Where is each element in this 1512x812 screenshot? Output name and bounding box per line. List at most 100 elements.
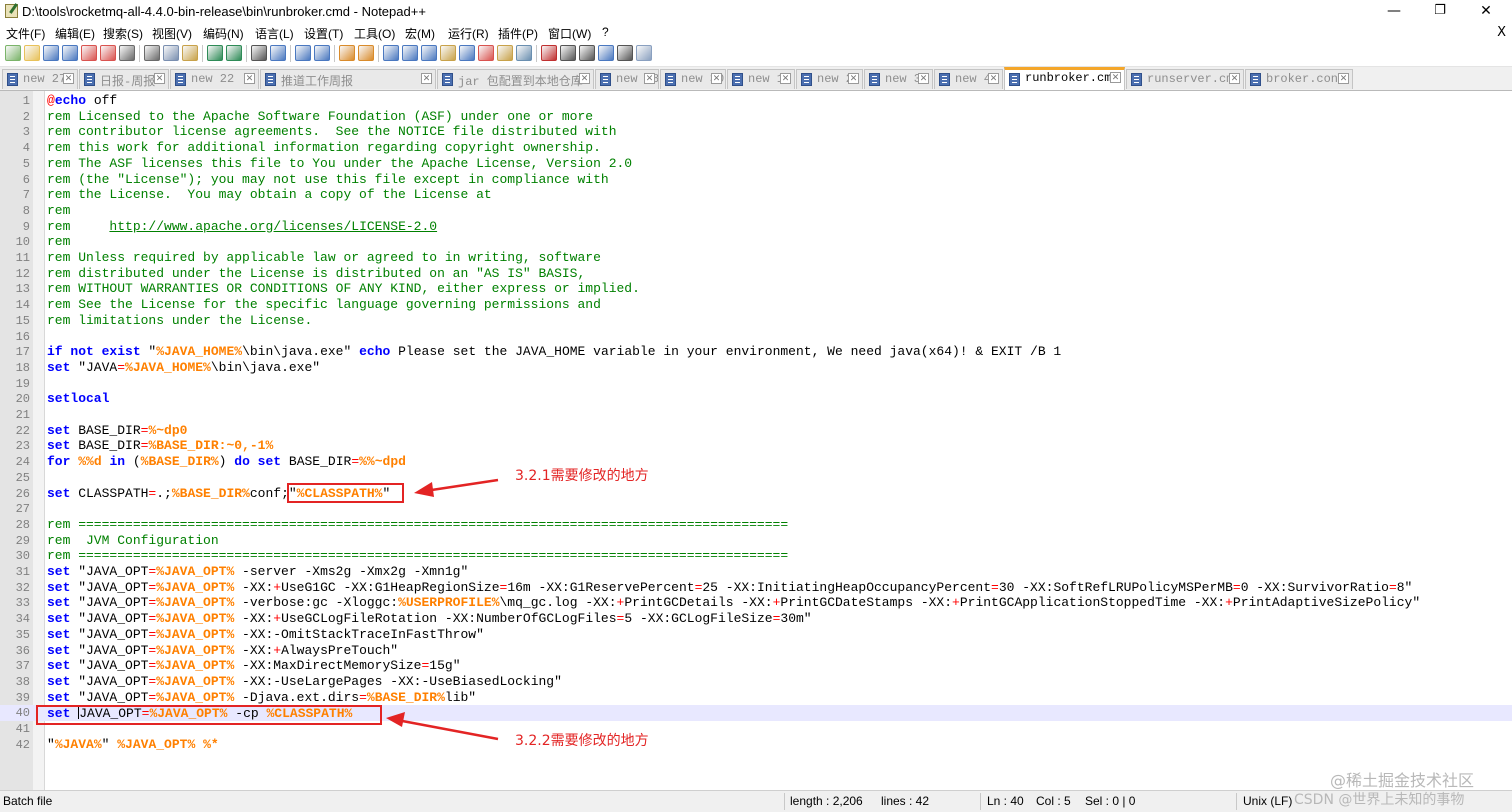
tab-close-icon[interactable]: ✕	[244, 73, 255, 84]
notepad-plus-plus-icon	[5, 4, 18, 18]
menu-edit[interactable]: 编辑(E)	[55, 25, 95, 42]
tab-close-icon[interactable]: ✕	[918, 73, 929, 84]
record-macro-icon[interactable]	[541, 45, 557, 61]
tab-close-icon[interactable]: ✕	[848, 73, 859, 84]
new-file-icon[interactable]	[5, 45, 21, 61]
tab-new-3[interactable]: new 3 ✕	[864, 69, 933, 89]
watermark-csdn: CSDN @世界上未知的事物	[1294, 792, 1465, 808]
zoom-in-icon[interactable]	[295, 45, 311, 61]
status-bar: Batch file length : 2,206 lines : 42 Ln …	[0, 790, 1512, 812]
save-all-icon[interactable]	[62, 45, 78, 61]
tab-new-2[interactable]: new 2 ✕	[796, 69, 863, 89]
zoom-out-icon[interactable]	[314, 45, 330, 61]
user-defined-language-icon[interactable]	[440, 45, 456, 61]
status-lines: lines : 42	[881, 794, 930, 808]
close-document-x-icon[interactable]: X	[1497, 25, 1506, 40]
menu-window[interactable]: 窗口(W)	[548, 25, 591, 42]
menu-settings[interactable]: 设置(T)	[304, 25, 343, 42]
tab-close-icon[interactable]: ✕	[644, 73, 655, 84]
menu-run[interactable]: 运行(R)	[448, 25, 489, 42]
document-map-icon[interactable]	[459, 45, 475, 61]
menu-macro[interactable]: 宏(M)	[405, 25, 435, 42]
file-saved-icon	[1009, 73, 1020, 86]
undo-icon[interactable]	[207, 45, 223, 61]
replace-icon[interactable]	[270, 45, 286, 61]
sync-horizontal-icon[interactable]	[358, 45, 374, 61]
close-button[interactable]: ✕	[1463, 0, 1509, 24]
tab-broker-conf[interactable]: broker.conf ✕	[1245, 69, 1353, 89]
menu-encoding[interactable]: 编码(N)	[203, 25, 244, 42]
tab-new-22[interactable]: new 22 ✕	[170, 69, 259, 89]
menu-language[interactable]: 语言(L)	[255, 25, 294, 42]
annotation-arrow-2-shaft	[396, 718, 499, 741]
tab-runbroker-cmd[interactable]: runbroker.cmd ✕	[1004, 67, 1125, 90]
tab-label: new 3	[885, 72, 922, 86]
function-list-icon[interactable]	[478, 45, 494, 61]
title-bar: D:\tools\rocketmq-all-4.4.0-bin-release\…	[0, 0, 1512, 24]
redo-icon[interactable]	[226, 45, 242, 61]
tab-close-icon[interactable]: ✕	[579, 73, 590, 84]
toolbar-separator	[378, 45, 379, 62]
paste-icon[interactable]	[182, 45, 198, 61]
tab-[interactable]: 推道工作周报 ✕	[260, 69, 436, 89]
watermark-juejin: @稀土掘金技术社区	[1330, 771, 1475, 790]
tab-close-icon[interactable]: ✕	[63, 73, 74, 84]
tab-close-icon[interactable]: ✕	[988, 73, 999, 84]
run-macro-multiple-icon[interactable]	[598, 45, 614, 61]
play-macro-icon[interactable]	[579, 45, 595, 61]
show-all-chars-icon[interactable]	[402, 45, 418, 61]
tab-close-icon[interactable]: ✕	[154, 73, 165, 84]
maximize-button[interactable]: ❐	[1417, 0, 1463, 24]
indent-guide-icon[interactable]	[421, 45, 437, 61]
cut-icon[interactable]	[144, 45, 160, 61]
status-file-type: Batch file	[3, 794, 53, 808]
find-icon[interactable]	[251, 45, 267, 61]
editor[interactable]: 1 @echo off 2 rem Licensed to the Apache So…	[0, 91, 1512, 790]
file-saved-icon	[84, 73, 95, 86]
tab-label: runbroker.cmd	[1025, 71, 1119, 85]
tab-new-4[interactable]: new 4 ✕	[934, 69, 1003, 89]
toolbar-separator	[334, 45, 335, 62]
copy-icon[interactable]	[163, 45, 179, 61]
tab-new-27[interactable]: new 27 ✕	[2, 69, 78, 89]
monitoring-icon[interactable]	[516, 45, 532, 61]
save-macro-icon[interactable]	[617, 45, 633, 61]
tab-label: 推道工作周报	[281, 75, 354, 89]
stop-recording-icon[interactable]	[560, 45, 576, 61]
trim-icon[interactable]	[636, 45, 652, 61]
tab-close-icon[interactable]: ✕	[1110, 72, 1121, 83]
tab-close-icon[interactable]: ✕	[780, 73, 791, 84]
menu-view[interactable]: 视图(V)	[152, 25, 192, 42]
menu-search[interactable]: 搜索(S)	[103, 25, 143, 42]
menu-file[interactable]: 文件(F)	[6, 25, 45, 42]
file-saved-icon	[939, 73, 950, 86]
tab-close-icon[interactable]: ✕	[1338, 73, 1349, 84]
tab-new-30[interactable]: new 30 ✕	[660, 69, 726, 89]
tab-new-28[interactable]: new 28 ✕	[595, 69, 659, 89]
tab-close-icon[interactable]: ✕	[711, 73, 722, 84]
open-file-icon[interactable]	[24, 45, 40, 61]
minimize-button[interactable]: —	[1371, 0, 1417, 24]
file-saved-icon	[600, 73, 611, 86]
sync-vertical-icon[interactable]	[339, 45, 355, 61]
tab-label: new 4	[955, 72, 992, 86]
status-eol[interactable]: Unix (LF)	[1243, 794, 1292, 808]
tab-close-icon[interactable]: ✕	[1229, 73, 1240, 84]
close-icon[interactable]	[81, 45, 97, 61]
tab-jar[interactable]: jar 包配置到本地仓库 ✕	[437, 69, 594, 89]
toolbar-separator	[202, 45, 203, 62]
save-icon[interactable]	[43, 45, 59, 61]
tab-new-1[interactable]: new 1 ✕	[727, 69, 795, 89]
tab-label: 日报-周报	[100, 75, 156, 89]
close-all-icon[interactable]	[100, 45, 116, 61]
word-wrap-icon[interactable]	[383, 45, 399, 61]
menu-plugins[interactable]: 插件(P)	[498, 25, 538, 42]
print-icon[interactable]	[119, 45, 135, 61]
tab-close-icon[interactable]: ✕	[421, 73, 432, 84]
folder-as-workspace-icon[interactable]	[497, 45, 513, 61]
menu-help[interactable]: ?	[602, 25, 609, 39]
annotation-label-2: 3.2.2需要修改的地方	[515, 733, 649, 749]
tab-runserver-cmd[interactable]: runserver.cmd ✕	[1126, 69, 1244, 89]
tab-[interactable]: 日报-周报 ✕	[79, 69, 169, 89]
menu-tools[interactable]: 工具(O)	[354, 25, 395, 42]
